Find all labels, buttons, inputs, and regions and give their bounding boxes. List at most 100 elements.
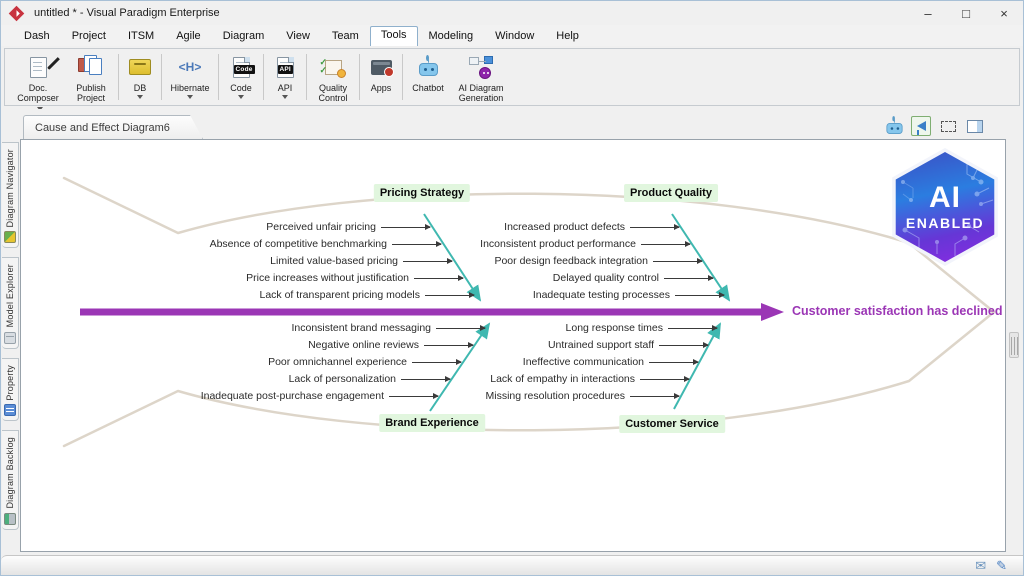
tab-bar-icons [884,116,985,136]
api-label: API [278,83,293,93]
status-bar: ✉ ✎ [1,555,1023,575]
sidebar-tab-diagram-backlog[interactable]: Diagram Backlog [2,430,19,530]
category-brand-experience[interactable]: Brand Experience [379,414,485,432]
cause-item[interactable]: Delayed quality control [21,271,713,285]
quality-control-button[interactable]: ✓✓ Quality Control [310,51,356,103]
toolbar-separator [118,54,119,100]
code-button[interactable]: Code Code [222,51,260,103]
model-explorer-icon [4,332,16,344]
window-controls: – □ × [909,1,1023,25]
chevron-down-icon [238,95,244,99]
menu-project[interactable]: Project [61,27,117,46]
cause-arrow-icon [640,379,689,380]
fishbone-spine[interactable] [80,303,784,321]
marquee-selection-icon[interactable] [938,116,958,136]
hibernate-button[interactable]: <H> Hibernate [165,51,215,103]
db-button[interactable]: DB [122,51,158,103]
publish-project-button[interactable]: Publish Project [67,51,115,103]
cause-item[interactable]: Untrained support staff [21,338,708,352]
panel-layout-icon[interactable] [965,116,985,136]
code-label: Code [230,83,252,93]
menu-tools[interactable]: Tools [370,26,418,46]
menu-dash[interactable]: Dash [13,27,61,46]
cause-arrow-icon [675,295,724,296]
publish-project-icon [74,53,108,81]
sidebar-tab-diagram-navigator[interactable]: Diagram Navigator [2,142,19,248]
cause-arrow-icon [630,227,679,228]
apps-icon [364,53,398,81]
cause-arrow-icon [630,396,679,397]
doc-composer-button[interactable]: Doc. Composer [9,51,67,103]
cause-arrow-icon [649,362,698,363]
title-bar: untitled * - Visual Paradigm Enterprise … [1,1,1023,25]
menu-team[interactable]: Team [321,27,370,46]
chevron-down-icon [137,95,143,99]
menu-diagram[interactable]: Diagram [212,27,276,46]
diagram-backlog-icon [4,513,16,525]
menu-window[interactable]: Window [484,27,545,46]
edit-note-icon[interactable]: ✎ [996,558,1007,574]
category-pricing-strategy[interactable]: Pricing Strategy [374,184,470,202]
diagram-navigator-icon [4,231,16,243]
chatbot-icon [411,53,445,81]
cause-arrow-icon [668,328,717,329]
chatbot-label: Chatbot [412,83,444,93]
diagram-canvas[interactable]: Pricing Strategy Product Quality Brand E… [20,139,1006,552]
sidebar-tab-model-explorer[interactable]: Model Explorer [2,257,19,348]
sidebar-tab-property[interactable]: Property [2,358,19,422]
property-icon [4,404,16,416]
toolbar-separator [306,54,307,100]
menu-modeling[interactable]: Modeling [418,27,485,46]
cause-item[interactable]: Missing resolution procedures [21,389,679,403]
cause-item[interactable]: Lack of empathy in interactions [21,372,689,386]
menu-help[interactable]: Help [545,27,590,46]
apps-button[interactable]: Apps [363,51,399,103]
cause-item[interactable]: Ineffective communication [21,355,698,369]
toolbar-separator [402,54,403,100]
code-file-icon: Code [224,53,258,81]
mail-icon[interactable]: ✉ [975,558,986,574]
diagram-tab[interactable]: Cause and Effect Diagram6 [23,115,203,139]
toolbar-separator [359,54,360,100]
minimize-button[interactable]: – [909,1,947,25]
hibernate-icon: <H> [173,53,207,81]
chatbot-mini-icon[interactable] [884,116,904,136]
effect-label[interactable]: Customer satisfaction has declined [792,304,1002,318]
doc-composer-icon [21,53,55,81]
cause-item[interactable]: Increased product defects [21,220,679,234]
close-button[interactable]: × [985,1,1023,25]
diagram-tab-label: Cause and Effect Diagram6 [35,122,170,134]
toolbar-separator [263,54,264,100]
menu-view[interactable]: View [275,27,321,46]
category-product-quality[interactable]: Product Quality [624,184,718,202]
api-button[interactable]: API API [267,51,303,103]
ai-diagram-generation-button[interactable]: AI Diagram Generation [450,51,512,103]
api-file-icon: API [268,53,302,81]
database-icon [123,53,157,81]
cause-item[interactable]: Inadequate testing processes [21,288,724,302]
chevron-down-icon [282,95,288,99]
doc-composer-label: Doc. Composer [17,83,59,103]
quality-control-label: Quality Control [314,83,352,103]
ai-diagram-generation-icon [464,53,498,81]
apps-label: Apps [371,83,392,93]
maximize-button[interactable]: □ [947,1,985,25]
chatbot-button[interactable]: Chatbot [406,51,450,103]
publish-project-label: Publish Project [71,83,111,103]
announcement-icon[interactable] [911,116,931,136]
category-customer-service[interactable]: Customer Service [619,415,725,433]
panel-collapse-grip[interactable] [1009,332,1019,358]
hibernate-label: Hibernate [170,83,209,93]
cause-arrow-icon [653,261,702,262]
menu-itsm[interactable]: ITSM [117,27,165,46]
cause-item[interactable]: Long response times [21,321,717,335]
visual-paradigm-logo-icon [9,5,25,21]
menu-agile[interactable]: Agile [165,27,211,46]
window-title: untitled * - Visual Paradigm Enterprise [34,7,220,19]
chevron-down-icon [187,95,193,99]
diagram-tab-bar: Cause and Effect Diagram6 [1,109,1023,139]
ai-diagram-generation-label: AI Diagram Generation [454,83,508,103]
db-label: DB [134,83,147,93]
cause-item[interactable]: Poor design feedback integration [21,254,702,268]
cause-item[interactable]: Inconsistent product performance [21,237,690,251]
